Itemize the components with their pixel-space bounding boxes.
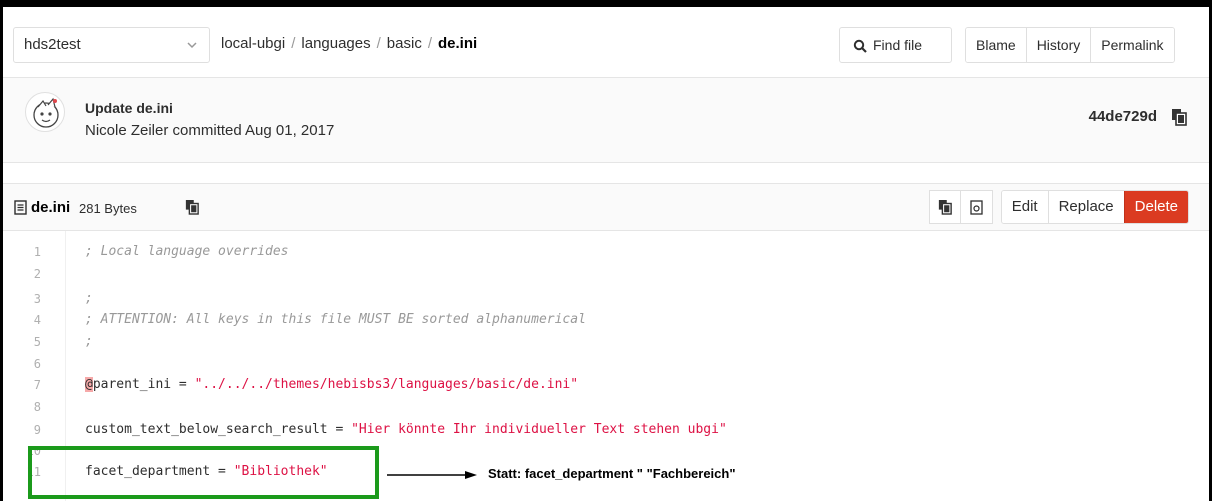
breadcrumb-item[interactable]: languages — [301, 35, 370, 52]
annotation-highlight-box — [28, 446, 379, 499]
file-action-buttons: Edit Replace Delete — [928, 190, 1189, 224]
line-content: @parent_ini = "../../../themes/hebisbs3/… — [85, 374, 578, 396]
file-header: de.ini 281 Bytes Edit Replace Delete — [3, 183, 1209, 231]
replace-button[interactable]: Replace — [1047, 191, 1124, 223]
line-number[interactable]: 6 — [3, 353, 41, 375]
code-line: 1 ; Local language overrides — [3, 241, 1209, 263]
annotation-arrow-icon — [387, 471, 477, 479]
find-file-label: Find file — [873, 37, 923, 53]
line-number[interactable]: 2 — [3, 263, 41, 285]
copy-icon — [938, 200, 952, 215]
code-line: 9 custom_text_below_search_result = "Hier… — [3, 419, 1209, 441]
blame-button[interactable]: Blame — [966, 28, 1026, 62]
edit-actions-group: Edit Replace Delete — [1000, 190, 1189, 224]
line-content: ; Local language overrides — [85, 244, 289, 259]
copy-source-button[interactable] — [928, 190, 961, 224]
code-line: 4 ; ATTENTION: All keys in this file MUST… — [3, 309, 1209, 331]
branch-select[interactable]: hds2test — [13, 27, 210, 63]
commit-title[interactable]: Update de.ini — [85, 100, 173, 116]
breadcrumb-separator: / — [376, 35, 381, 52]
ini-value: "../../../themes/hebisbs3/languages/basi… — [194, 377, 579, 392]
code-line: 5; — [3, 331, 1209, 353]
annotation-note: Statt: facet_department " "Fachbereich" — [488, 466, 736, 481]
line-number[interactable]: 4 — [3, 309, 41, 331]
breadcrumb-current-file: de.ini — [438, 35, 478, 52]
line-number[interactable]: 1 — [3, 241, 41, 263]
delete-button[interactable]: Delete — [1123, 191, 1188, 223]
line-content: ; — [85, 334, 93, 349]
file-code-icon — [970, 199, 983, 215]
last-commit-panel: Update de.ini Nicole Zeiler committed Au… — [3, 77, 1209, 163]
search-icon — [853, 39, 867, 53]
ini-key: custom_text_below_search_result = — [85, 422, 352, 437]
history-button[interactable]: History — [1025, 28, 1091, 62]
copy-path-icon[interactable] — [185, 199, 199, 215]
code-line: 2 — [3, 263, 1209, 285]
breadcrumb-item[interactable]: local-ubgi — [221, 35, 285, 52]
breadcrumb-item[interactable]: basic — [387, 35, 422, 52]
breadcrumb: local-ubgi / languages / basic / de.ini — [221, 35, 477, 52]
file-text-icon — [14, 200, 27, 215]
code-line: 7 @parent_ini = "../../../themes/hebisbs3… — [3, 374, 1209, 396]
file-actions-group: Blame History Permalink — [965, 27, 1175, 63]
at-sign: @ — [85, 377, 93, 392]
chevron-down-icon — [187, 42, 197, 49]
line-number[interactable]: 5 — [3, 331, 41, 353]
edit-button[interactable]: Edit — [1001, 191, 1048, 223]
find-file-button[interactable]: Find file — [839, 27, 952, 63]
line-content: ; ATTENTION: All keys in this file MUST … — [85, 312, 586, 327]
file-nav-bar: hds2test local-ubgi / languages / basic / de.i… — [3, 7, 1209, 77]
branch-name: hds2test — [24, 36, 81, 53]
line-content: ; — [85, 291, 93, 306]
commit-meta: Nicole Zeiler committed Aug 01, 2017 — [85, 122, 335, 139]
line-number[interactable]: 3 — [3, 288, 41, 310]
commit-sha[interactable]: 44de729d — [1089, 108, 1157, 125]
breadcrumb-separator: / — [427, 35, 432, 52]
copy-icon[interactable] — [1171, 108, 1187, 126]
ini-value: "Hier könnte Ihr individueller Text steh… — [351, 422, 727, 437]
line-number[interactable]: 9 — [3, 419, 41, 441]
spacer — [3, 163, 1209, 183]
ini-key: parent_ini = — [92, 377, 195, 392]
avatar[interactable] — [25, 92, 65, 132]
code-line: 8 — [3, 396, 1209, 418]
open-raw-button[interactable] — [960, 190, 993, 224]
line-content: custom_text_below_search_result = "Hier … — [85, 419, 727, 441]
file-size: 281 Bytes — [79, 201, 137, 216]
line-number[interactable]: 8 — [3, 396, 41, 418]
file-name: de.ini — [31, 199, 71, 216]
code-line: 6 — [3, 353, 1209, 375]
avatar-image — [33, 97, 59, 128]
breadcrumb-separator: / — [291, 35, 296, 52]
permalink-button[interactable]: Permalink — [1090, 28, 1174, 62]
code-line: 3; — [3, 288, 1209, 310]
line-number[interactable]: 7 — [3, 374, 41, 396]
